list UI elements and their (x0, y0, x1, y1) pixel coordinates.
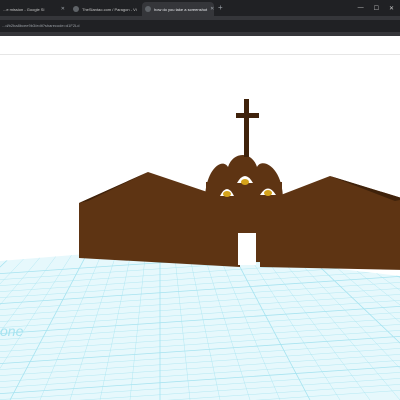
browser-tab[interactable]: TheSlantao.com / Paragon - Vi ✕ (70, 2, 140, 16)
browser-tab-bar: ...e mission - Google Sl ✕ TheSlantao.co… (0, 0, 400, 16)
tab-label: ...e mission - Google Sl (3, 6, 45, 12)
mission-model[interactable] (79, 99, 400, 270)
address-bar-row: ...d/b2ba8bcee9b3/edit?sharecode=d1F2Ld (0, 16, 400, 36)
workplane-surface[interactable] (0, 248, 400, 400)
close-icon[interactable]: ✕ (210, 6, 214, 12)
scene-svg: one (0, 99, 400, 400)
3d-viewport[interactable]: one (0, 55, 400, 400)
address-input[interactable]: ...d/b2ba8bcee9b3/edit?sharecode=d1F2Ld (0, 20, 400, 32)
browser-tab[interactable]: ...e mission - Google Sl ✕ (0, 2, 68, 16)
site-icon (145, 6, 151, 12)
bell-icon (264, 190, 272, 196)
tab-label: how do you take a screenshot (154, 6, 208, 12)
cross-icon (244, 99, 249, 157)
new-tab-button[interactable]: + (218, 3, 223, 13)
workplane-label: one (0, 323, 24, 339)
app-toolbar (0, 36, 400, 55)
window-controls: — ☐ ✕ (358, 0, 400, 16)
site-icon (73, 6, 79, 12)
maximize-icon[interactable]: ☐ (374, 5, 379, 12)
minimize-icon[interactable]: — (358, 5, 364, 11)
close-icon[interactable]: ✕ (61, 6, 65, 12)
tab-label: TheSlantao.com / Paragon - Vi (82, 6, 137, 12)
bell-icon (241, 179, 249, 185)
browser-tab-active[interactable]: how do you take a screenshot ✕ (142, 2, 214, 16)
bell-icon (223, 191, 231, 197)
close-window-icon[interactable]: ✕ (389, 5, 394, 12)
